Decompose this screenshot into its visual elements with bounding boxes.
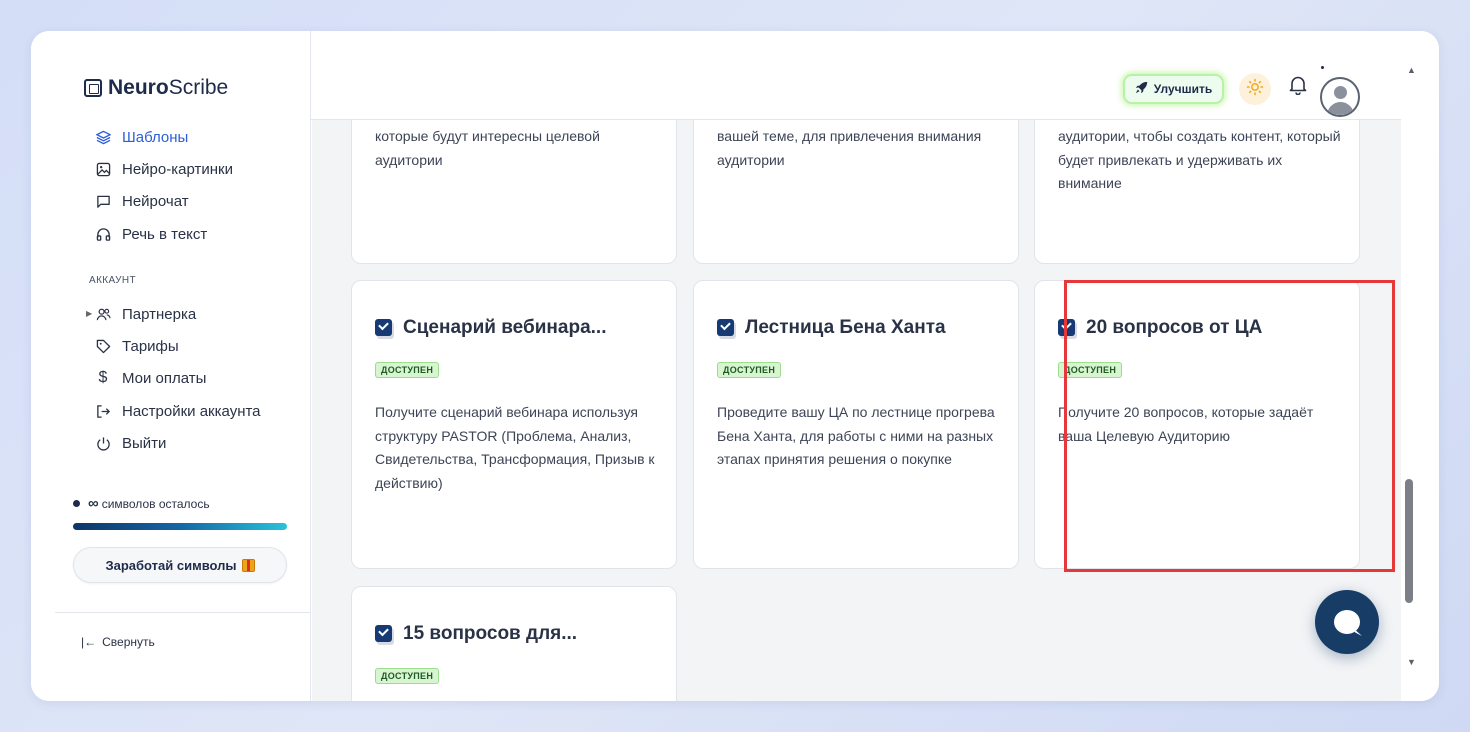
template-card-15-questions[interactable]: 15 вопросов для... ДОСТУПЕН	[351, 586, 677, 701]
layers-icon	[95, 129, 111, 145]
upgrade-button[interactable]: Улучшить	[1123, 74, 1224, 104]
collapse-button[interactable]: |← Свернуть	[81, 635, 155, 649]
sidebar-item-label: Мои оплаты	[122, 369, 207, 387]
dollar-icon: $	[98, 369, 108, 386]
users-icon	[95, 306, 111, 322]
avatar[interactable]	[1320, 77, 1360, 117]
scroll-up-icon[interactable]: ▲	[1407, 65, 1416, 75]
tag-icon	[95, 338, 111, 354]
checkbox-icon	[1058, 318, 1077, 339]
status-badge: ДОСТУПЕН	[375, 668, 440, 684]
earn-symbols-label: Заработай символы	[105, 557, 237, 573]
sidebar-item-label: Речь в текст	[122, 225, 208, 243]
notification-dot	[1321, 66, 1324, 69]
chat-icon	[95, 193, 111, 209]
gift-icon	[241, 558, 255, 572]
bell-icon	[1289, 75, 1307, 101]
status-badge: ДОСТУПЕН	[1058, 362, 1123, 378]
sidebar-item-templates[interactable]: Шаблоны	[95, 127, 188, 147]
symbols-progress-bar	[73, 523, 287, 530]
status-badge: ДОСТУПЕН	[717, 362, 782, 378]
card-description: Проведите вашу ЦА по лестнице прогрева Б…	[717, 404, 995, 467]
card-description: которые будут интересны целевой аудитори…	[375, 128, 600, 168]
scrollbar-thumb[interactable]	[1405, 479, 1413, 603]
card-description: Получите 20 вопросов, которые задаёт ваш…	[1058, 404, 1314, 444]
sidebar-item-account-settings[interactable]: Настройки аккаунта	[95, 401, 261, 421]
collapse-arrow-icon: |←	[81, 635, 97, 649]
card-description: аудитории, чтобы создать контент, которы…	[1058, 128, 1341, 191]
symbols-progress-fill	[73, 523, 287, 530]
notifications-button[interactable]	[1287, 76, 1309, 100]
sidebar-item-speech-to-text[interactable]: Речь в текст	[95, 224, 207, 244]
card-title-text: 20 вопросов от ЦА	[1086, 317, 1263, 338]
sidebar-item-label: Нейро-картинки	[122, 160, 233, 178]
card-title: 15 вопросов для...	[375, 623, 577, 645]
card-title: 20 вопросов от ЦА	[1058, 317, 1262, 339]
template-card-webinar-script[interactable]: Сценарий вебинара... ДОСТУПЕН Получите с…	[351, 280, 677, 569]
symbols-remaining: ∞ символов осталось	[73, 495, 210, 512]
headphones-icon	[95, 226, 111, 242]
sidebar-item-label: Нейрочат	[122, 192, 189, 210]
checkbox-icon	[375, 624, 394, 645]
sidebar-item-label: Партнерка	[122, 305, 197, 323]
sidebar-item-my-payments[interactable]: $ Мои оплаты	[95, 368, 207, 388]
sidebar-divider	[55, 612, 311, 613]
earn-symbols-button[interactable]: Заработай символы	[73, 547, 287, 583]
avatar-head	[1334, 86, 1347, 99]
account-section-label: АККАУНТ	[89, 275, 137, 286]
templates-grid: которые будут интересны целевой аудитори…	[312, 120, 1401, 701]
template-card[interactable]: вашей теме, для привлечения внимания ауд…	[693, 120, 1019, 264]
avatar-body	[1327, 102, 1354, 115]
card-title: Лестница Бена Ханта	[717, 317, 946, 339]
sidebar-item-label: Выйти	[122, 434, 167, 452]
app-window: Neuro Scribe Шаблоны Нейро-картинки Нейро…	[31, 31, 1439, 701]
logo-bold: Neuro	[108, 76, 169, 99]
sun-icon	[1246, 78, 1264, 101]
chat-bubble-icon	[1334, 610, 1360, 634]
card-title-text: Лестница Бена Ханта	[745, 317, 946, 338]
logo-regular: Scribe	[168, 76, 229, 99]
template-card-20-questions[interactable]: 20 вопросов от ЦА ДОСТУПЕН Получите 20 в…	[1034, 280, 1360, 569]
support-chat-button[interactable]	[1315, 590, 1379, 654]
status-badge: ДОСТУПЕН	[375, 362, 440, 378]
checkbox-icon	[375, 318, 394, 339]
upgrade-label: Улучшить	[1153, 82, 1213, 96]
power-icon	[95, 435, 111, 451]
sidebar-item-tariffs[interactable]: Тарифы	[95, 336, 179, 356]
card-title-text: 15 вопросов для...	[403, 623, 578, 644]
card-description: Получите сценарий вебинара используя стр…	[375, 404, 655, 491]
theme-toggle-button[interactable]	[1239, 73, 1271, 105]
expand-caret-icon[interactable]: ▶	[86, 309, 92, 318]
template-card-ben-hunt-ladder[interactable]: Лестница Бена Ханта ДОСТУПЕН Проведите в…	[693, 280, 1019, 569]
sidebar-item-logout[interactable]: Выйти	[95, 433, 166, 453]
card-description: вашей теме, для привлечения внимания ауд…	[717, 128, 982, 168]
card-title-text: Сценарий вебинара...	[403, 317, 607, 338]
sidebar-item-label: Шаблоны	[122, 128, 189, 146]
template-card[interactable]: аудитории, чтобы создать контент, которы…	[1034, 120, 1360, 264]
infinity-symbol: ∞	[88, 495, 99, 512]
sidebar-item-neurochat[interactable]: Нейрочат	[95, 191, 189, 211]
rocket-icon	[1135, 81, 1148, 97]
template-card[interactable]: которые будут интересны целевой аудитори…	[351, 120, 677, 264]
card-title: Сценарий вебинара...	[375, 317, 606, 339]
sidebar-item-partner[interactable]: Партнерка	[95, 304, 196, 324]
status-dot-icon	[73, 500, 80, 507]
symbols-label: символов осталось	[101, 496, 210, 511]
logo[interactable]: Neuro Scribe	[84, 76, 228, 100]
scroll-down-icon[interactable]: ▼	[1407, 657, 1416, 667]
checkbox-icon	[717, 318, 736, 339]
sidebar-item-neuro-images[interactable]: Нейро-картинки	[95, 159, 233, 179]
login-icon	[95, 403, 111, 419]
logo-icon	[84, 79, 102, 97]
collapse-label: Свернуть	[102, 635, 155, 649]
sidebar: Neuro Scribe Шаблоны Нейро-картинки Нейро…	[31, 31, 311, 701]
sidebar-item-label: Тарифы	[122, 337, 179, 355]
sidebar-item-label: Настройки аккаунта	[122, 402, 261, 420]
image-icon	[95, 161, 111, 177]
